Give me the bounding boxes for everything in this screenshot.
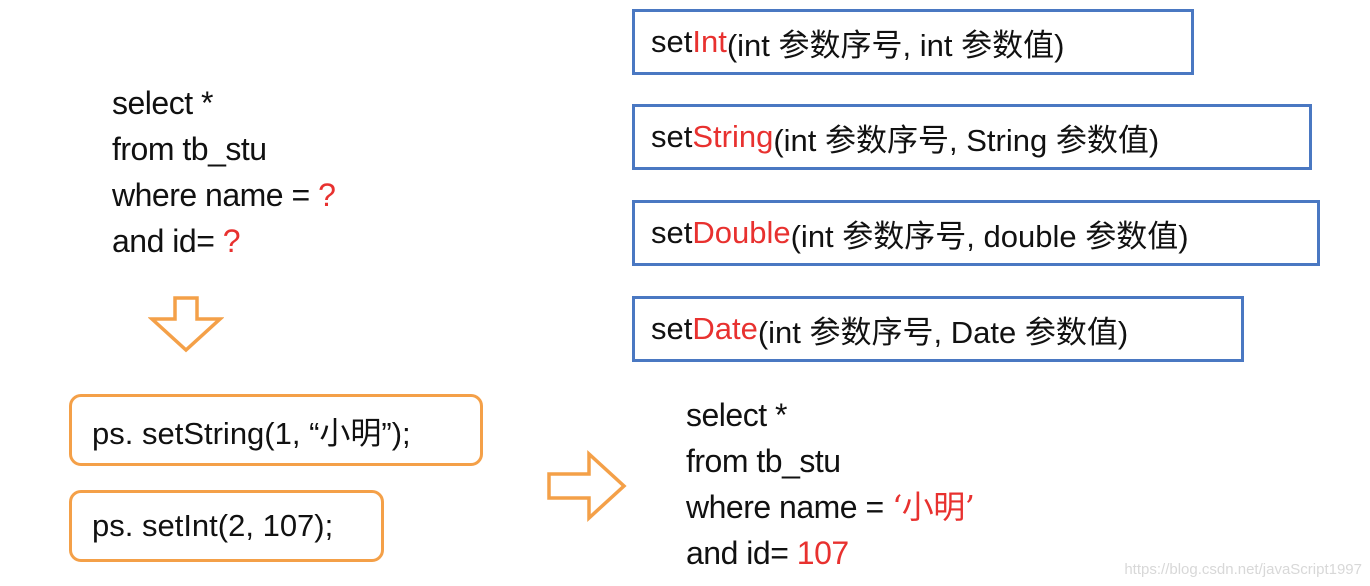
query-line: and id= 107 — [686, 535, 849, 571]
placeholder-mark: ? — [222, 223, 241, 259]
call-set-int: ps. setInt(2, 107); — [69, 490, 384, 562]
query-line: and id= ? — [112, 223, 241, 259]
method-set-double: set Double (int 参数序号, double 参数值) — [632, 200, 1320, 266]
query-line: select * — [686, 397, 787, 433]
arrow-down-icon — [148, 296, 224, 353]
query-line: select * — [112, 85, 213, 121]
query-line: where name = ? — [112, 177, 336, 213]
query-template: select * from tb_stu where name = ? and … — [112, 80, 336, 264]
arrow-right-icon — [547, 450, 627, 522]
call-set-string: ps. setString(1, “小明”); — [69, 394, 483, 466]
watermark: https://blog.csdn.net/javaScript1997 — [1124, 561, 1362, 578]
query-line: where name = ‘小明’ — [686, 488, 975, 526]
method-set-date: set Date (int 参数序号, Date 参数值) — [632, 296, 1244, 362]
placeholder-mark: ? — [318, 177, 336, 213]
query-line: from tb_stu — [112, 131, 267, 167]
method-set-int: set Int (int 参数序号, int 参数值) — [632, 9, 1194, 75]
query-result: select * from tb_stu where name = ‘小明’ a… — [686, 392, 975, 576]
query-line: from tb_stu — [686, 443, 841, 479]
bound-value: 107 — [796, 535, 849, 571]
method-set-string: set String (int 参数序号, String 参数值) — [632, 104, 1312, 170]
bound-value: ‘小明’ — [892, 488, 975, 526]
